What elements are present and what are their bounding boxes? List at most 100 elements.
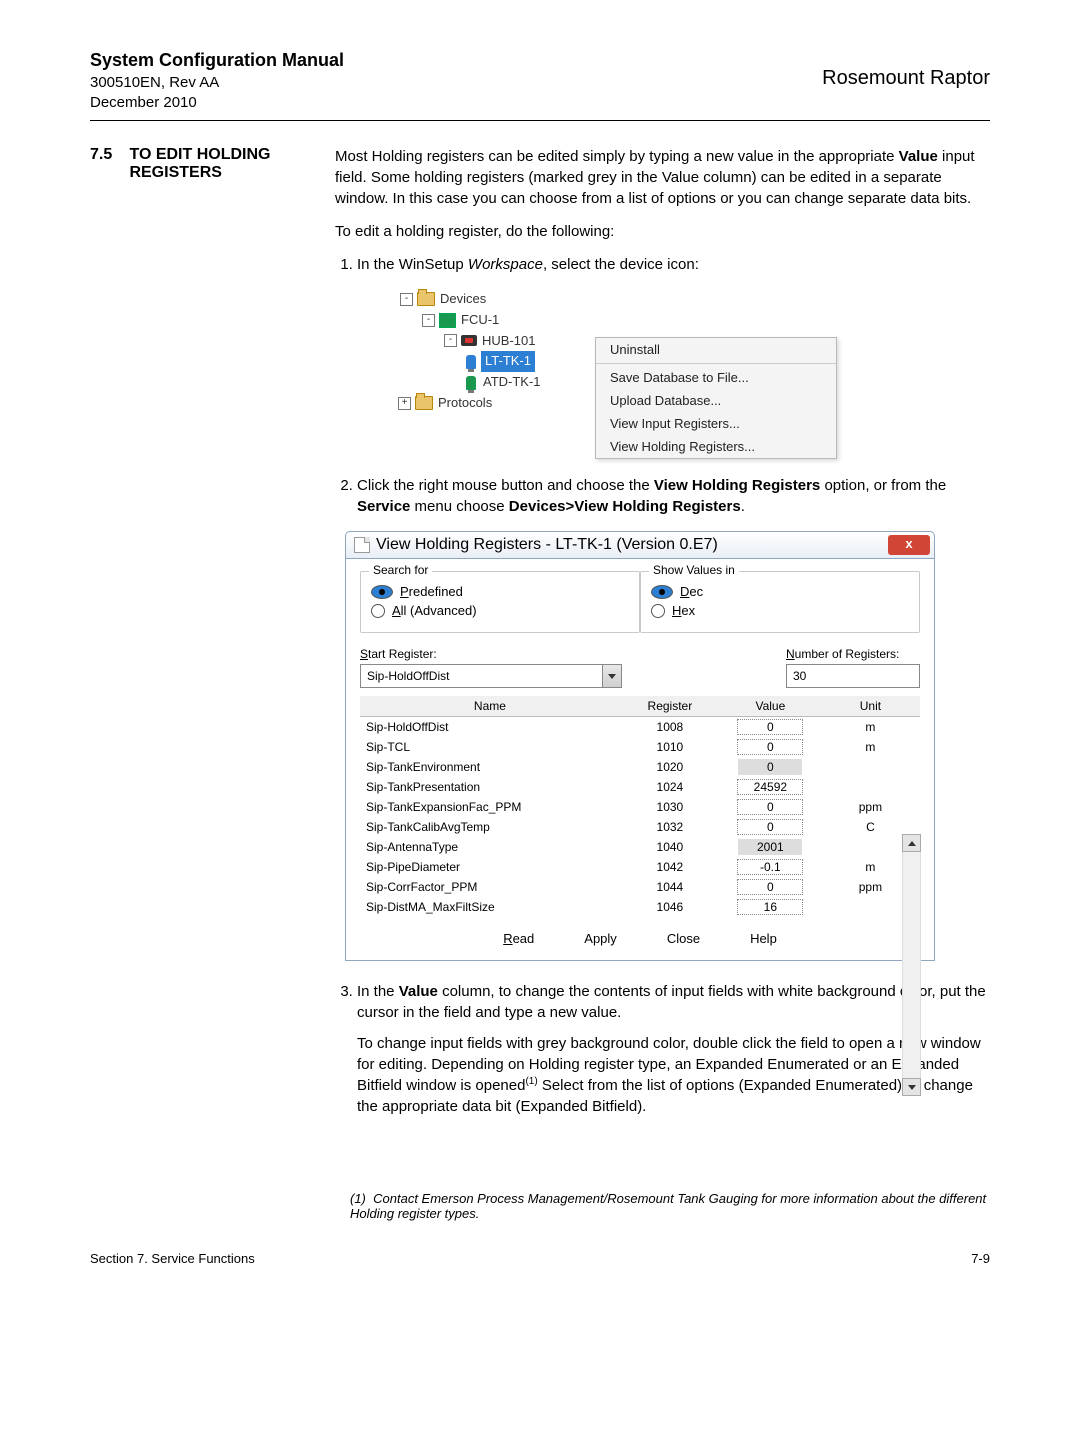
- cell-value: 2001: [720, 837, 821, 857]
- footnote-ref: (1): [525, 1076, 537, 1087]
- chevron-down-icon[interactable]: [602, 665, 621, 687]
- cell-value: 0: [720, 717, 821, 738]
- cell-unit: [821, 757, 920, 777]
- radio-predefined[interactable]: Predefined: [371, 584, 629, 599]
- label-number-registers: Number of Registers:: [786, 647, 920, 661]
- expand-icon[interactable]: +: [398, 397, 411, 410]
- groupbox-search-for: Search for: [369, 563, 432, 577]
- cell-value: 0: [720, 877, 821, 897]
- col-unit[interactable]: Unit: [821, 696, 920, 717]
- registers-table: Name Register Value Unit Sip-HoldOffDist…: [360, 696, 920, 917]
- tree-label: HUB-101: [482, 331, 535, 352]
- cell-register: 1008: [620, 717, 720, 738]
- text-bold: Service: [357, 498, 410, 515]
- tank-icon: [466, 355, 476, 369]
- collapse-icon[interactable]: -: [444, 334, 457, 347]
- tree-label: Protocols: [438, 393, 492, 414]
- radio-all-advanced[interactable]: All (Advanced): [371, 603, 629, 618]
- paragraph-lead: To edit a holding register, do the follo…: [335, 221, 990, 242]
- cell-value: 0: [720, 757, 821, 777]
- dialog-titlebar: View Holding Registers - LT-TK-1 (Versio…: [345, 531, 935, 559]
- cell-name: Sip-TankEnvironment: [360, 757, 620, 777]
- table-row: Sip-PipeDiameter1042-0.1m: [360, 857, 920, 877]
- number-registers-input[interactable]: 30: [786, 664, 920, 688]
- cell-value: -0.1: [720, 857, 821, 877]
- menu-item-view-input[interactable]: View Input Registers...: [596, 412, 836, 435]
- collapse-icon[interactable]: -: [422, 314, 435, 327]
- cell-register: 1042: [620, 857, 720, 877]
- table-row: Sip-DistMA_MaxFiltSize104616: [360, 897, 920, 917]
- close-button[interactable]: x: [888, 535, 930, 555]
- menu-item-view-holding[interactable]: View Holding Registers...: [596, 435, 836, 458]
- step-1: In the WinSetup Workspace, select the de…: [357, 254, 990, 275]
- cell-unit: [821, 777, 920, 797]
- footer-section: Section 7. Service Functions: [90, 1251, 255, 1266]
- value-cell-white[interactable]: 0: [737, 739, 803, 755]
- input-value: 30: [793, 669, 806, 683]
- step-3-detail: To change input fields with grey backgro…: [357, 1033, 990, 1117]
- value-cell-white[interactable]: 0: [737, 799, 803, 815]
- menu-item-upload-db[interactable]: Upload Database...: [596, 389, 836, 412]
- radio-dec[interactable]: Dec: [651, 584, 909, 599]
- text-bold: Value: [399, 983, 438, 1000]
- cell-unit: m: [821, 717, 920, 738]
- doc-date: December 2010: [90, 93, 990, 113]
- tree-node-fcu[interactable]: - FCU-1: [390, 310, 850, 331]
- help-button[interactable]: Help: [750, 931, 777, 946]
- label-start-register: Start Register:: [360, 647, 746, 661]
- step-3: In the Value column, to change the conte…: [357, 981, 990, 1117]
- start-register-combo[interactable]: Sip-HoldOffDist: [360, 664, 622, 688]
- value-cell-grey[interactable]: 0: [738, 759, 802, 775]
- value-cell-white[interactable]: 16: [737, 899, 803, 915]
- section-title: TO EDIT HOLDING REGISTERS: [129, 146, 309, 182]
- value-cell-white[interactable]: 0: [737, 719, 803, 735]
- col-value[interactable]: Value: [720, 696, 821, 717]
- footnote: (1) Contact Emerson Process Management/R…: [350, 1191, 990, 1221]
- col-register[interactable]: Register: [620, 696, 720, 717]
- scroll-down-icon[interactable]: [902, 1078, 921, 1096]
- menu-item-save-db[interactable]: Save Database to File...: [596, 366, 836, 389]
- scroll-track[interactable]: [902, 852, 921, 1078]
- cell-name: Sip-CorrFactor_PPM: [360, 877, 620, 897]
- cell-name: Sip-TCL: [360, 737, 620, 757]
- value-cell-white[interactable]: 24592: [737, 779, 803, 795]
- tree-label: ATD-TK-1: [481, 372, 543, 393]
- radio-icon: [651, 585, 673, 599]
- table-row: Sip-CorrFactor_PPM10440ppm: [360, 877, 920, 897]
- apply-button[interactable]: Apply: [584, 931, 617, 946]
- cell-name: Sip-TankExpansionFac_PPM: [360, 797, 620, 817]
- scrollbar[interactable]: [902, 834, 919, 1099]
- tree-label: FCU-1: [461, 310, 499, 331]
- value-cell-white[interactable]: -0.1: [737, 859, 803, 875]
- file-icon: [354, 537, 370, 553]
- table-row: Sip-TankExpansionFac_PPM10300ppm: [360, 797, 920, 817]
- page-header: System Configuration Manual 300510EN, Re…: [90, 50, 990, 112]
- text-bold: View Holding Registers: [654, 477, 820, 494]
- close-button[interactable]: Close: [667, 931, 700, 946]
- read-button[interactable]: Read: [503, 931, 534, 946]
- text: In the WinSetup: [357, 256, 468, 273]
- cell-value: 0: [720, 737, 821, 757]
- cell-name: Sip-DistMA_MaxFiltSize: [360, 897, 620, 917]
- footnote-marker: (1): [350, 1191, 366, 1206]
- value-cell-white[interactable]: 0: [737, 819, 803, 835]
- tree-node-devices[interactable]: - Devices: [390, 289, 850, 310]
- value-cell-grey[interactable]: 2001: [738, 839, 802, 855]
- cell-register: 1044: [620, 877, 720, 897]
- col-name[interactable]: Name: [360, 696, 620, 717]
- text: .: [741, 498, 745, 515]
- product-name: Rosemount Raptor: [822, 67, 990, 90]
- workspace-tree-figure: - Devices - FCU-1 - HUB-101: [390, 289, 850, 459]
- text-bold: Devices>View Holding Registers: [509, 498, 741, 515]
- cell-register: 1032: [620, 817, 720, 837]
- menu-item-uninstall[interactable]: Uninstall: [596, 338, 836, 361]
- radio-hex[interactable]: Hex: [651, 603, 909, 618]
- cell-value: 0: [720, 817, 821, 837]
- value-cell-white[interactable]: 0: [737, 879, 803, 895]
- section-heading: 7.5 TO EDIT HOLDING REGISTERS: [90, 146, 335, 182]
- footnote-text: Contact Emerson Process Management/Rosem…: [350, 1191, 986, 1221]
- collapse-icon[interactable]: -: [400, 293, 413, 306]
- holding-registers-dialog: View Holding Registers - LT-TK-1 (Versio…: [345, 531, 935, 961]
- scroll-up-icon[interactable]: [902, 834, 921, 852]
- cell-name: Sip-HoldOffDist: [360, 717, 620, 738]
